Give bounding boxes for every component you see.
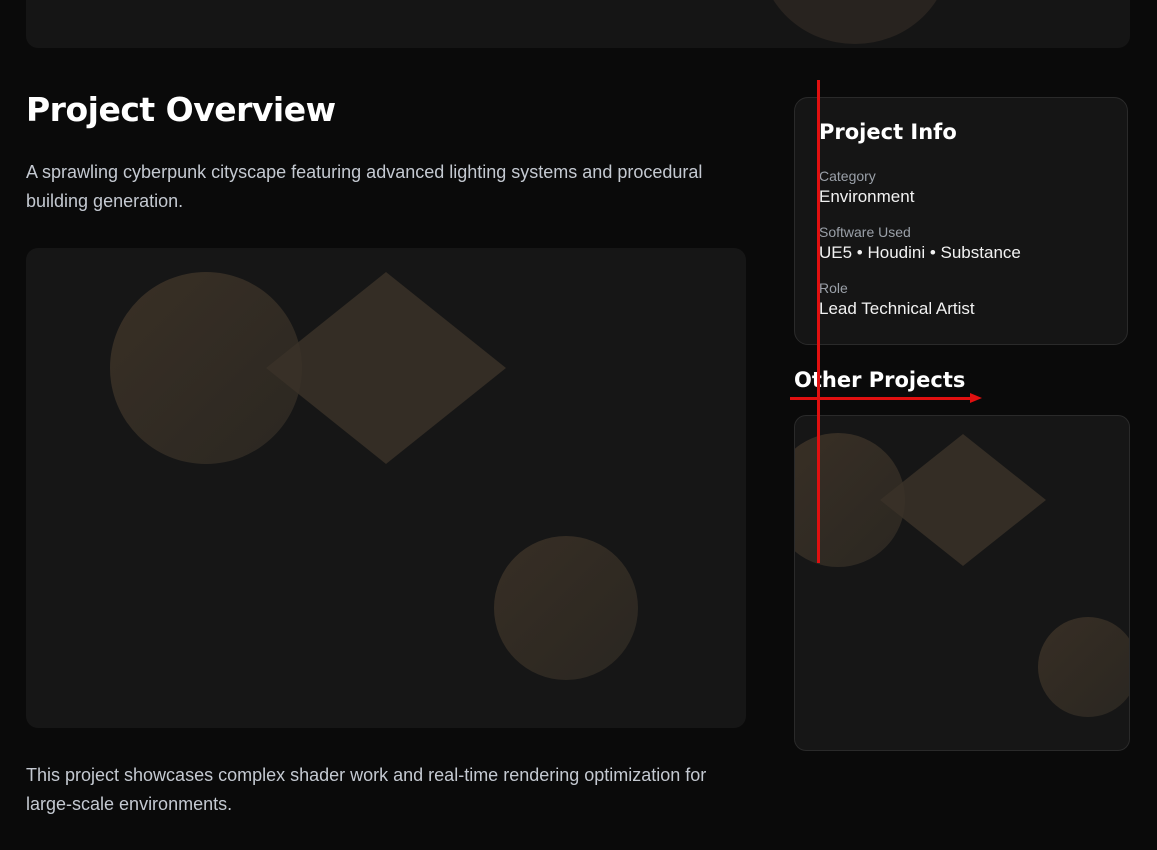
project-info-card: Project Info Category Environment Softwa… (794, 97, 1128, 345)
other-project-thumbnail[interactable] (794, 415, 1130, 751)
project-info-title: Project Info (819, 120, 957, 144)
info-field-category: Category Environment (819, 167, 914, 209)
project-detail-page: Project Overview A sprawling cyberpunk c… (0, 0, 1157, 850)
thumb-circle-small (1038, 617, 1129, 717)
hero-image-card (26, 0, 1130, 48)
feature-image-graphic (110, 272, 638, 680)
annotation-vertical-line (817, 80, 820, 563)
thumbnail-graphic (795, 433, 1129, 717)
annotation-arrow-icon (970, 393, 982, 403)
decorative-circle-shape (760, 0, 950, 44)
info-value: Lead Technical Artist (819, 299, 975, 318)
feature-diamond (266, 272, 506, 464)
info-value: UE5 • Houdini • Substance (819, 243, 1021, 262)
info-field-software: Software Used UE5 • Houdini • Substance (819, 223, 1021, 265)
project-feature-image (26, 248, 746, 728)
project-intro-text: A sprawling cyberpunk cityscape featurin… (26, 162, 703, 211)
info-label: Software Used (819, 224, 911, 240)
info-field-role: Role Lead Technical Artist (819, 279, 975, 321)
project-detail-text: This project showcases complex shader wo… (26, 765, 707, 814)
annotation-horizontal-line (790, 397, 972, 400)
page-title: Project Overview (26, 90, 336, 129)
feature-circle-small (494, 536, 638, 680)
thumb-diamond (880, 434, 1046, 566)
info-value: Environment (819, 187, 915, 206)
info-label: Role (819, 280, 848, 296)
info-label: Category (819, 168, 876, 184)
